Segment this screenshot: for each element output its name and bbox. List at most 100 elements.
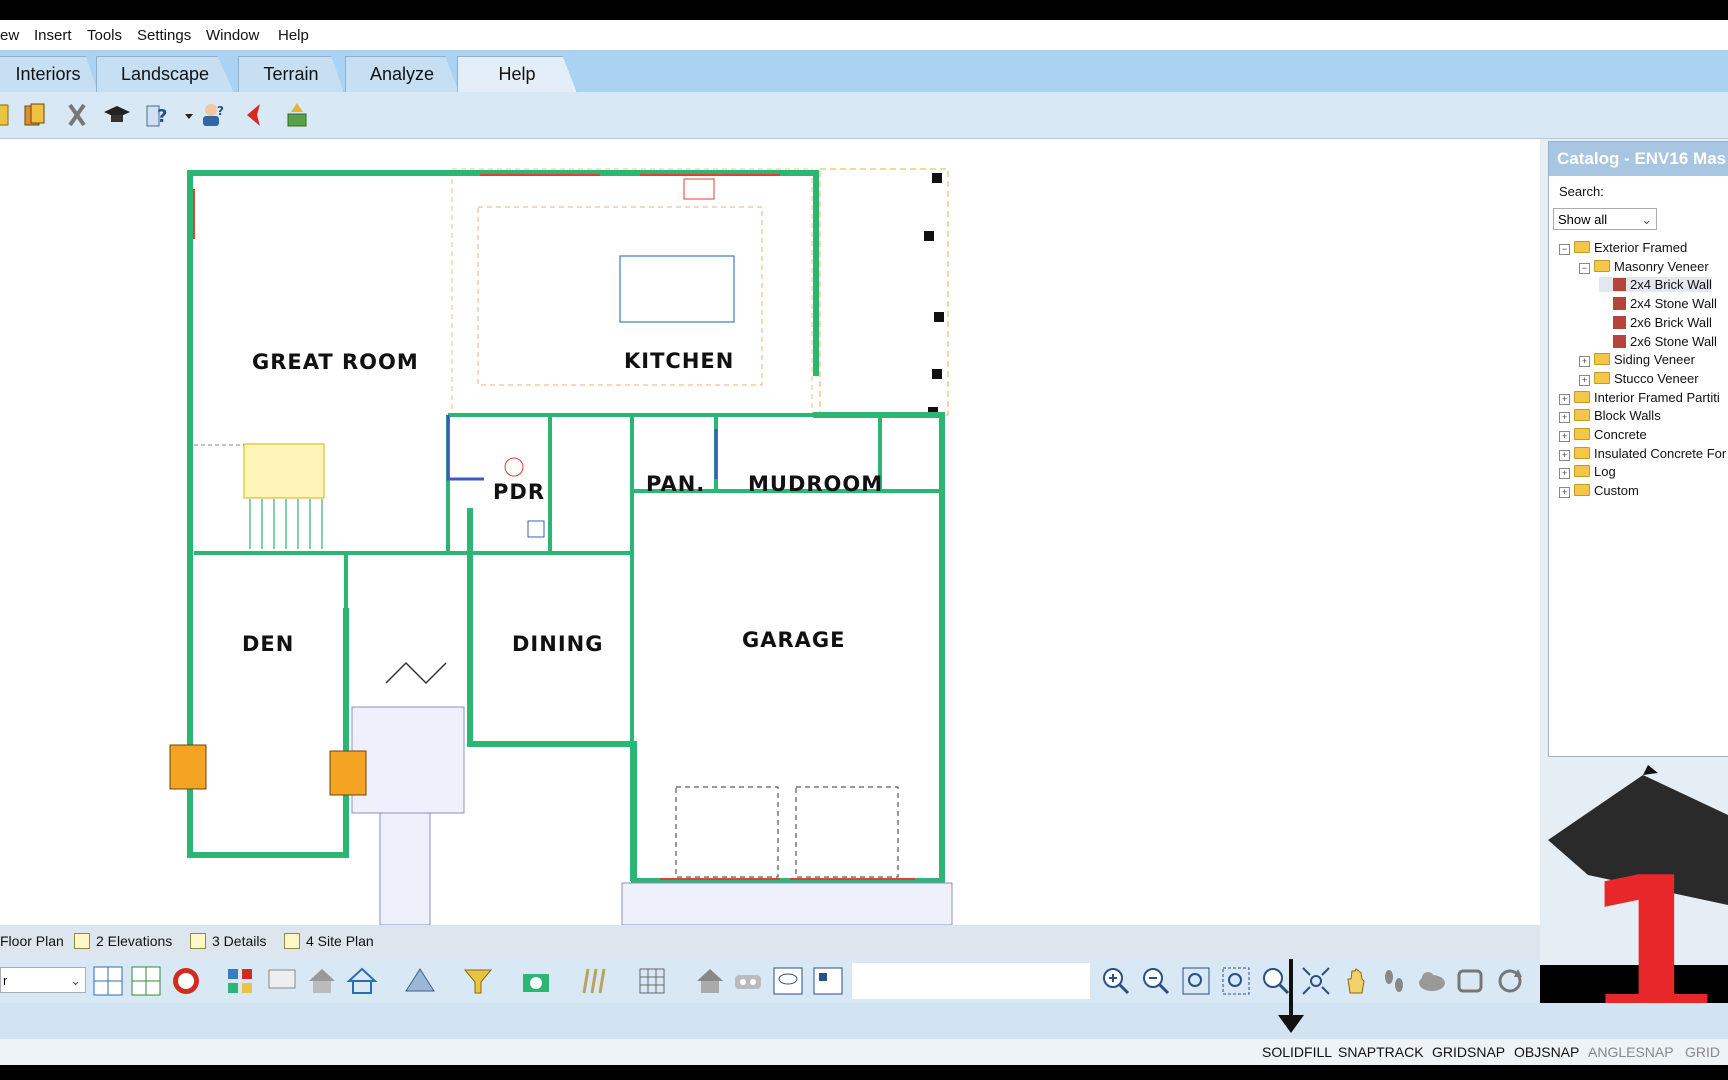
vr-headset-icon[interactable] — [732, 965, 764, 997]
collapse-minus-icon[interactable]: − — [1559, 244, 1570, 255]
eye-view-icon[interactable] — [772, 965, 804, 997]
2d-plan-icon[interactable] — [130, 965, 162, 997]
2d-view-icon[interactable] — [92, 965, 124, 997]
catalog-tree-item[interactable]: − Exterior Framed — [1559, 240, 1687, 255]
catalog-title: Catalog - ENV16 Mas — [1549, 142, 1728, 176]
walkthrough-footprints-icon[interactable] — [1378, 965, 1410, 997]
room-label-den: DEN — [242, 632, 294, 656]
house-gray-icon[interactable] — [694, 965, 726, 997]
back-arrow-icon[interactable] — [240, 100, 270, 130]
expand-plus-icon[interactable]: + — [1559, 449, 1570, 461]
catalog-tree-item[interactable]: 2x4 Stone Wall — [1599, 296, 1717, 311]
pan-hand-icon[interactable] — [1340, 965, 1372, 997]
zoom-extents-icon[interactable] — [1180, 965, 1212, 997]
status-snaptrack[interactable]: SNAPTRACK — [1338, 1044, 1424, 1060]
expand-plus-icon[interactable]: + — [1579, 356, 1590, 368]
drawing-canvas[interactable]: GREAT ROOM KITCHEN PDR PAN. MUDROOM DEN … — [0, 139, 1540, 926]
3d-view-icon[interactable] — [170, 965, 202, 997]
menu-insert[interactable]: Insert — [34, 27, 72, 44]
house-outline-icon[interactable] — [346, 965, 378, 997]
menu-settings[interactable]: Settings — [137, 27, 191, 44]
catalog-tree-item[interactable]: 2x6 Brick Wall — [1599, 315, 1712, 330]
camera-settings-icon[interactable] — [520, 965, 552, 997]
tools-icon[interactable] — [62, 100, 92, 130]
expand-plus-icon[interactable]: + — [1579, 374, 1590, 386]
ribbon-toolbar: ? ? — [0, 92, 1728, 139]
kitchen-ceiling-outline — [451, 168, 813, 416]
status-solidfill[interactable]: SOLIDFILL — [1262, 1044, 1332, 1060]
sheet-tab-elevations[interactable]: 2 Elevations — [74, 933, 172, 949]
sheet-page-icon — [284, 933, 300, 949]
svg-text:?: ? — [217, 104, 224, 118]
book-icon[interactable] — [0, 100, 16, 130]
catalog-tree-item[interactable]: + Concrete — [1559, 427, 1647, 442]
manual-icon[interactable] — [20, 100, 50, 130]
catalog-tree-item[interactable]: + Block Walls — [1559, 408, 1661, 424]
status-anglesnap[interactable]: ANGLESNAP — [1588, 1044, 1674, 1060]
sheet-tab-floor-plan[interactable]: Floor Plan — [0, 933, 64, 949]
dropdown-arrow-icon[interactable] — [184, 100, 194, 130]
framing-icon[interactable] — [578, 965, 610, 997]
properties-icon[interactable] — [812, 965, 844, 997]
catalog-tree-label: Insulated Concrete For — [1594, 445, 1727, 461]
view-select[interactable]: r ⌄ — [0, 967, 86, 993]
catalog-tree-label: Stucco Veneer — [1614, 370, 1699, 386]
status-gridsnap[interactable]: GRIDSNAP — [1432, 1044, 1505, 1060]
sheet-tab-site-plan[interactable]: 4 Site Plan — [284, 933, 374, 949]
status-objsnap[interactable]: OBJSNAP — [1514, 1044, 1579, 1060]
catalog-tree-item[interactable]: + Custom — [1559, 483, 1639, 499]
toolbar-blank-field — [852, 963, 1090, 999]
zoom-out-icon[interactable] — [1140, 965, 1172, 997]
tab-help[interactable]: Help — [457, 56, 577, 93]
orbit-cloud-icon[interactable] — [1416, 965, 1448, 997]
redraw-icon[interactable] — [1494, 965, 1526, 997]
zoom-in-icon[interactable] — [1100, 965, 1132, 997]
catalog-tree-item[interactable]: + Log — [1559, 464, 1616, 480]
catalog-tree-item[interactable]: + Interior Framed Partiti — [1559, 390, 1720, 405]
parking-space — [795, 786, 899, 878]
menu-help[interactable]: Help — [278, 27, 309, 44]
status-grid[interactable]: GRID — [1685, 1044, 1720, 1060]
catalog-tree-label: 2x6 Brick Wall — [1630, 314, 1712, 330]
post — [932, 173, 942, 183]
house-icon[interactable] — [306, 965, 338, 997]
catalog-tree-item[interactable]: + Stucco Veneer — [1579, 371, 1699, 386]
zoom-window-icon[interactable] — [1220, 965, 1252, 997]
menu-view[interactable]: ew — [0, 27, 19, 44]
sheet-tab-details[interactable]: 3 Details — [190, 933, 266, 949]
download-update-icon[interactable] — [282, 100, 312, 130]
catalog-tree-label: Custom — [1594, 483, 1639, 499]
tab-interiors[interactable]: Interiors — [0, 56, 98, 93]
floor-plan-drawing[interactable]: GREAT ROOM KITCHEN PDR PAN. MUDROOM DEN … — [0, 139, 1540, 926]
help-question-icon[interactable]: ? — [142, 100, 172, 130]
catalog-filter-select[interactable]: Show all ⌄ — [1553, 208, 1657, 230]
presentation-icon[interactable] — [266, 965, 298, 997]
layers-icon[interactable] — [224, 965, 256, 997]
expand-plus-icon[interactable]: + — [1559, 487, 1570, 499]
logo-chimney-icon — [1643, 765, 1658, 775]
collapse-minus-icon[interactable]: − — [1579, 262, 1590, 274]
catalog-tree-item[interactable]: + Siding Veneer — [1579, 352, 1695, 368]
sheet-tab-label: 2 Elevations — [96, 933, 173, 949]
tab-landscape[interactable]: Landscape — [96, 56, 234, 93]
grid-3d-icon[interactable] — [636, 965, 668, 997]
catalog-tree-item[interactable]: − Masonry Veneer — [1579, 259, 1709, 274]
post — [934, 312, 944, 322]
expand-plus-icon[interactable]: + — [1559, 412, 1570, 424]
fly-view-icon[interactable] — [1454, 965, 1486, 997]
catalog-tree-item[interactable]: + Insulated Concrete For — [1559, 446, 1726, 461]
room-label-great-room: GREAT ROOM — [252, 350, 419, 374]
menu-window[interactable]: Window — [206, 27, 259, 44]
tab-analyze[interactable]: Analyze — [345, 56, 459, 93]
roof-icon[interactable] — [404, 965, 436, 997]
expand-plus-icon[interactable]: + — [1559, 393, 1570, 405]
expand-plus-icon[interactable]: + — [1559, 431, 1570, 442]
catalog-tree-item[interactable]: 2x6 Stone Wall — [1599, 334, 1717, 349]
tab-terrain[interactable]: Terrain — [238, 56, 344, 93]
support-person-icon[interactable]: ? — [198, 100, 228, 130]
filter-funnel-icon[interactable] — [462, 965, 494, 997]
graduation-cap-icon[interactable] — [102, 100, 132, 130]
menu-tools[interactable]: Tools — [87, 27, 122, 44]
expand-plus-icon[interactable]: + — [1559, 468, 1570, 480]
catalog-tree-item[interactable]: 2x4 Brick Wall — [1599, 277, 1712, 293]
